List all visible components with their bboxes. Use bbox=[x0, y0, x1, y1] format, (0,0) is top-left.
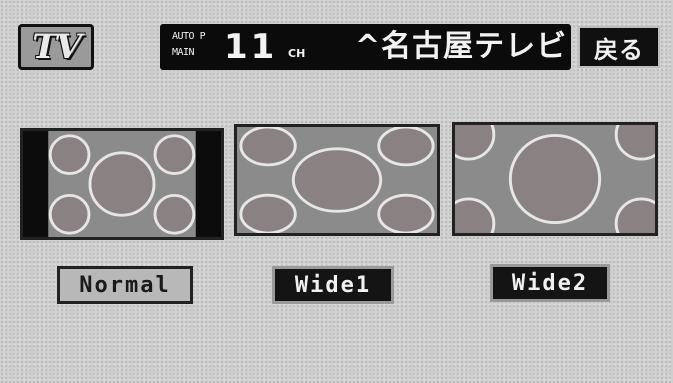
wide1-button[interactable]: Wide1 bbox=[272, 266, 394, 304]
normal-preview-image bbox=[23, 131, 221, 237]
back-button[interactable]: 戻る bbox=[578, 26, 660, 68]
normal-preview[interactable] bbox=[20, 128, 224, 240]
wide1-preview[interactable] bbox=[234, 124, 440, 236]
channel-status-bar: AUTO P MAIN 11 CH ^名古屋テレビ bbox=[160, 24, 571, 70]
wide2-preview-image bbox=[455, 125, 655, 233]
station-name: ^名古屋テレビ bbox=[355, 29, 568, 64]
wide2-preview[interactable] bbox=[452, 122, 658, 236]
input-mode-label: AUTO P bbox=[172, 31, 206, 42]
normal-button[interactable]: Normal bbox=[57, 266, 193, 304]
tv-logo: TV bbox=[18, 24, 94, 70]
channel-number: 11 bbox=[224, 27, 278, 67]
wide1-preview-image bbox=[237, 127, 437, 233]
channel-unit: CH bbox=[288, 47, 306, 60]
wide2-button[interactable]: Wide2 bbox=[490, 264, 610, 302]
screen-label: MAIN bbox=[172, 47, 195, 58]
